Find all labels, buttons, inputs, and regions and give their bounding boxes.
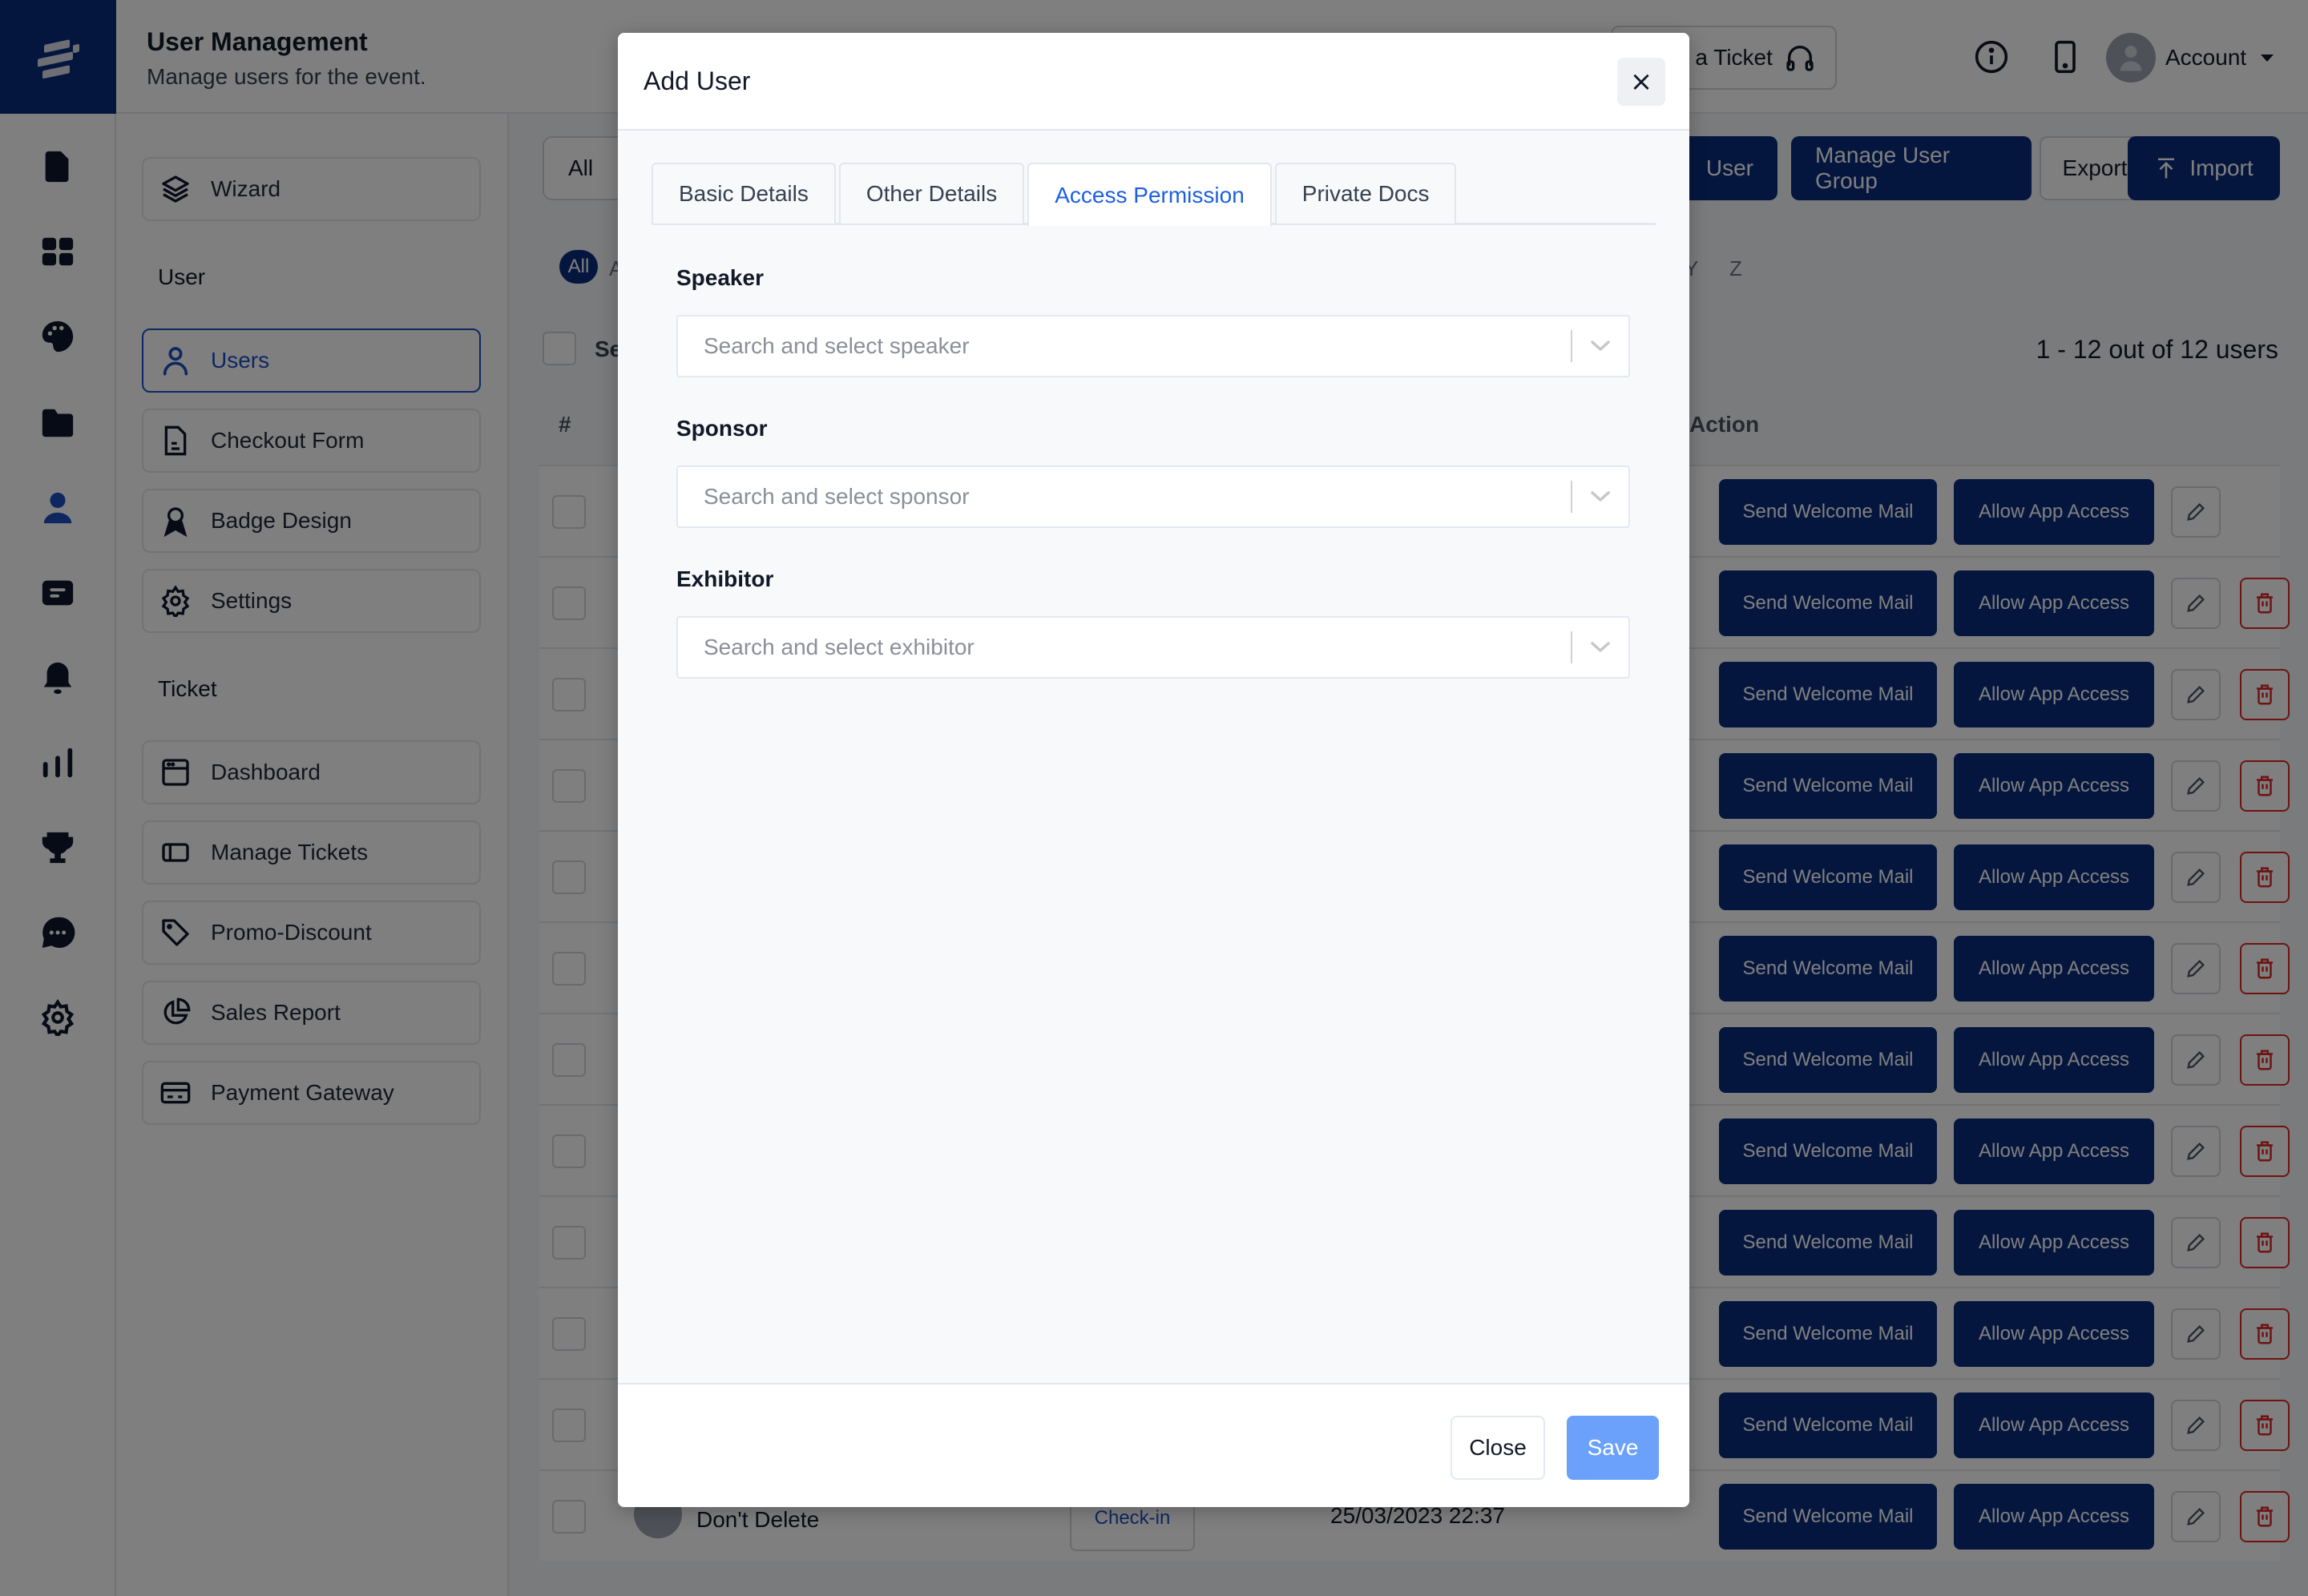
chevron-down-icon[interactable] [1572, 340, 1628, 353]
exhibitor-placeholder: Search and select exhibitor [704, 635, 974, 659]
exhibitor-label: Exhibitor [676, 566, 774, 591]
close-button[interactable]: Close [1451, 1416, 1545, 1480]
exhibitor-select[interactable]: Search and select exhibitor [676, 616, 1630, 679]
save-button[interactable]: Save [1567, 1416, 1659, 1480]
speaker-placeholder: Search and select speaker [704, 333, 970, 358]
modal-tabs: Basic Details Other Details Access Permi… [652, 163, 1656, 226]
sponsor-label: Sponsor [676, 416, 768, 441]
tab-other-details[interactable]: Other Details [838, 163, 1025, 224]
tab-access-permission[interactable]: Access Permission [1027, 163, 1272, 226]
chevron-down-icon[interactable] [1572, 490, 1628, 503]
chevron-down-icon[interactable] [1572, 641, 1628, 654]
modal-footer: Close Save [618, 1383, 1689, 1507]
tab-basic-details[interactable]: Basic Details [652, 163, 836, 224]
add-user-modal: Add User × Basic Details Other Details A… [618, 33, 1689, 1507]
close-icon[interactable]: × [1617, 58, 1665, 106]
speaker-select[interactable]: Search and select speaker [676, 315, 1630, 377]
modal-title: Add User [644, 66, 751, 95]
modal-header: Add User × [618, 33, 1689, 131]
speaker-label: Speaker [676, 265, 764, 290]
tab-private-docs[interactable]: Private Docs [1274, 163, 1457, 224]
sponsor-placeholder: Search and select sponsor [704, 484, 970, 509]
sponsor-select[interactable]: Search and select sponsor [676, 466, 1630, 528]
